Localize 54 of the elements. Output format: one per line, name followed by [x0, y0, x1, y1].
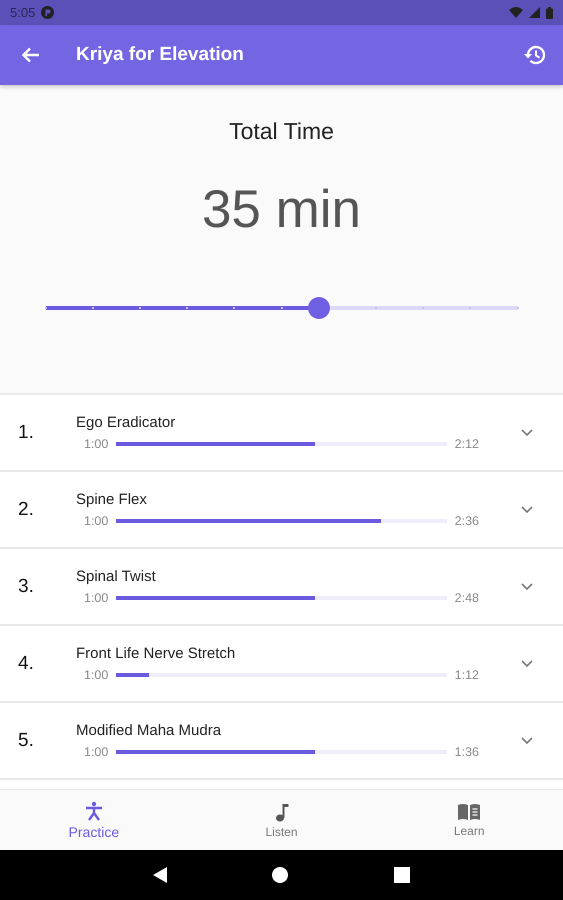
exercise-number: 2.: [18, 498, 35, 520]
expand-chevron-icon[interactable]: [521, 582, 533, 590]
total-time-label: Total Time: [229, 118, 334, 145]
exercise-number: 1.: [18, 422, 35, 444]
wifi-icon: [509, 7, 523, 18]
slider-thumb[interactable]: [308, 297, 330, 319]
expand-chevron-icon[interactable]: [521, 428, 533, 436]
back-nav-icon[interactable]: [152, 867, 167, 883]
exercise-card[interactable]: 1. Ego Eradicator 1:00 2:12: [0, 395, 563, 470]
exercise-card[interactable]: 3. Spinal Twist 1:00 2:48: [0, 549, 563, 624]
exercise-card[interactable]: 4. Front Life Nerve Stretch 1:00 1:12: [0, 626, 563, 701]
home-nav-icon[interactable]: [272, 867, 288, 883]
exercise-number: 4.: [18, 652, 35, 674]
exercise-name: Spinal Twist: [76, 568, 157, 585]
duration-track[interactable]: [116, 519, 447, 523]
min-duration: 1:00: [84, 745, 108, 759]
expand-chevron-icon[interactable]: [521, 506, 533, 514]
music-note-icon: [274, 802, 288, 822]
max-duration: 2:36: [454, 514, 479, 528]
total-time-value: 35 min: [202, 179, 362, 240]
max-duration: 2:48: [454, 591, 479, 605]
exercise-card[interactable]: 2. Spine Flex 1:00 2:36: [0, 472, 563, 547]
status-time: 5:05: [10, 5, 36, 20]
max-duration: 1:36: [454, 745, 479, 759]
exercise-name: Modified Maha Mudra: [76, 722, 222, 739]
duration-track[interactable]: [116, 442, 447, 446]
expand-chevron-icon[interactable]: [521, 736, 533, 744]
max-duration: 2:12: [454, 437, 479, 451]
min-duration: 1:00: [84, 514, 108, 528]
exercise-name: Spine Flex: [76, 491, 148, 508]
recents-nav-icon[interactable]: [394, 867, 410, 883]
back-arrow-icon[interactable]: [22, 47, 40, 63]
nav-tab[interactable]: Listen: [188, 790, 376, 850]
exercise-number: 3.: [18, 576, 35, 598]
min-duration: 1:00: [84, 591, 108, 605]
duration-track[interactable]: [116, 596, 447, 600]
figure-pose-icon: [84, 800, 104, 820]
screen-title: Kriya for Elevation: [76, 44, 244, 66]
exercise-name: Front Life Nerve Stretch: [76, 645, 236, 662]
signal-icon: [529, 7, 540, 18]
max-duration: 1:12: [454, 668, 479, 682]
nav-tab[interactable]: Learn: [375, 790, 563, 850]
expand-chevron-icon[interactable]: [521, 660, 533, 668]
nav-tab[interactable]: Practice: [0, 790, 188, 850]
history-icon[interactable]: [523, 45, 545, 65]
exercise-card[interactable]: 5. Modified Maha Mudra 1:00 1:36: [0, 703, 563, 778]
duration-track[interactable]: [116, 750, 447, 754]
battery-icon: [546, 6, 553, 18]
min-duration: 1:00: [84, 668, 108, 682]
book-icon: [457, 802, 482, 820]
exercise-number: 5.: [18, 730, 35, 752]
exercise-name: Ego Eradicator: [76, 414, 176, 431]
min-duration: 1:00: [84, 437, 108, 451]
app-notification-icon: [41, 6, 54, 19]
